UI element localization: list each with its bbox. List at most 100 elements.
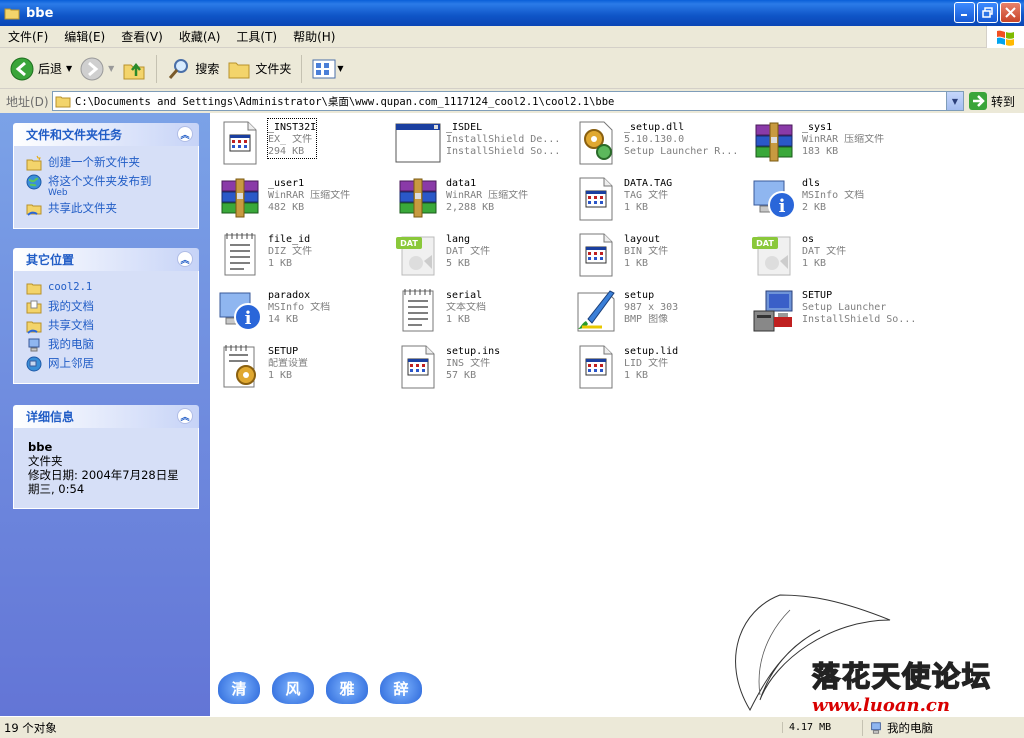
- file-type: LID 文件: [624, 358, 669, 369]
- search-button[interactable]: 搜索: [163, 52, 223, 86]
- other-places-header[interactable]: 其它位置 ︽: [13, 248, 199, 271]
- file-name: _user1: [268, 178, 305, 189]
- file-name: setup.ins: [446, 346, 501, 357]
- file-size: 1 KB: [446, 314, 471, 325]
- file-list-view[interactable]: _INST32I EX_ 文件 294 KB _ISDEL InstallShield …: [210, 113, 1024, 716]
- bmp-paint-icon: [572, 287, 620, 335]
- file-name: lang: [446, 234, 471, 245]
- file-item[interactable]: DATA.TAG TAG 文件 1 KB: [572, 175, 750, 229]
- address-path: C:\Documents and Settings\Administrator\…: [75, 95, 615, 108]
- file-name: paradox: [268, 290, 311, 301]
- file-item[interactable]: DAT lang DAT 文件 5 KB: [394, 231, 572, 285]
- file-item[interactable]: SETUP 配置设置 1 KB: [216, 343, 394, 397]
- menu-view[interactable]: 查看(V): [113, 28, 171, 45]
- collapse-chevron-icon[interactable]: ︽: [177, 126, 193, 142]
- place-network[interactable]: 网上邻居: [26, 356, 188, 372]
- network-places-icon: [26, 356, 42, 372]
- file-item[interactable]: serial 文本文档 1 KB: [394, 287, 572, 341]
- file-item[interactable]: SETUP Setup Launcher InstallShield So...: [750, 287, 928, 341]
- collapse-chevron-icon[interactable]: ︽: [177, 408, 193, 424]
- task-new-folder[interactable]: 创建一个新文件夹: [26, 155, 188, 171]
- menu-file[interactable]: 文件(F): [0, 28, 56, 45]
- file-name: dls: [802, 178, 821, 189]
- forward-button[interactable]: ▼: [76, 52, 118, 86]
- address-dropdown-icon[interactable]: ▼: [946, 92, 963, 110]
- place-my-computer[interactable]: 我的电脑: [26, 337, 188, 353]
- file-type: 文本文档: [446, 302, 486, 313]
- file-size: 2 KB: [802, 202, 827, 213]
- file-type: 配置设置: [268, 358, 308, 369]
- file-size: 1 KB: [624, 258, 649, 269]
- file-item[interactable]: layout BIN 文件 1 KB: [572, 231, 750, 285]
- msinfo-icon: i: [750, 175, 798, 223]
- title-bar[interactable]: bbe: [0, 0, 1024, 26]
- file-name: data1: [446, 178, 477, 189]
- file-item[interactable]: setup 987 x 303 BMP 图像: [572, 287, 750, 341]
- file-item[interactable]: _INST32I EX_ 文件 294 KB: [216, 118, 394, 173]
- views-icon: [312, 59, 336, 78]
- menu-tools[interactable]: 工具(T): [228, 28, 285, 45]
- minimize-button[interactable]: [954, 2, 975, 23]
- details-header[interactable]: 详细信息 ︽: [13, 405, 199, 428]
- dat-file-icon: DAT: [394, 231, 442, 279]
- other-places-panel: 其它位置 ︽ cool2.1 我的文档 共享文档 我的电脑 网上邻居: [13, 248, 199, 384]
- up-folder-button[interactable]: [118, 52, 150, 86]
- heart-badge: 风: [270, 670, 316, 706]
- file-size: 14 KB: [268, 314, 299, 325]
- file-item[interactable]: i paradox MSInfo 文档 14 KB: [216, 287, 394, 341]
- file-name: _setup.dll: [624, 122, 685, 133]
- forum-watermark: 落花天使论坛 www.luoan.cn: [811, 655, 1022, 716]
- views-button[interactable]: ▼: [308, 52, 347, 86]
- generic-file-icon: [572, 231, 620, 279]
- file-name: _ISDEL: [446, 122, 483, 133]
- task-share-folder[interactable]: 共享此文件夹: [26, 201, 188, 217]
- task-publish-web[interactable]: 将这个文件夹发布到 Web: [26, 174, 188, 198]
- file-item[interactable]: setup.ins INS 文件 57 KB: [394, 343, 572, 397]
- menu-bar: 文件(F) 编辑(E) 查看(V) 收藏(A) 工具(T) 帮助(H): [0, 26, 1024, 48]
- heart-badge: 清: [216, 670, 262, 706]
- place-my-documents[interactable]: 我的文档: [26, 299, 188, 315]
- restore-button[interactable]: [977, 2, 998, 23]
- file-tasks-header[interactable]: 文件和文件夹任务 ︽: [13, 123, 199, 146]
- address-input[interactable]: C:\Documents and Settings\Administrator\…: [52, 91, 964, 111]
- file-type: 987 x 303: [624, 302, 679, 313]
- details-modified: 修改日期: 2004年7月28日星期三, 0:54: [28, 468, 179, 496]
- file-item[interactable]: _user1 WinRAR 压缩文件 482 KB: [216, 175, 394, 229]
- file-size: 57 KB: [446, 370, 477, 381]
- application-window-icon: [394, 119, 442, 167]
- file-item[interactable]: setup.lid LID 文件 1 KB: [572, 343, 750, 397]
- back-button[interactable]: 后退 ▼: [6, 52, 76, 86]
- file-size: 1 KB: [624, 202, 649, 213]
- go-button[interactable]: 转到: [968, 91, 1015, 111]
- views-dropdown-icon[interactable]: ▼: [337, 64, 343, 73]
- forward-dropdown-icon[interactable]: ▼: [108, 64, 114, 73]
- restore-icon: [982, 7, 993, 18]
- heart-badge: 辞: [378, 670, 424, 706]
- file-size: 294 KB: [268, 146, 305, 157]
- file-item[interactable]: _sys1 WinRAR 压缩文件 183 KB: [750, 119, 928, 173]
- winrar-icon: [216, 175, 264, 223]
- file-size: 1 KB: [268, 370, 293, 381]
- collapse-chevron-icon[interactable]: ︽: [177, 251, 193, 267]
- file-item[interactable]: data1 WinRAR 压缩文件 2,288 KB: [394, 175, 572, 229]
- file-type: Setup Launcher: [802, 302, 887, 313]
- close-button[interactable]: [1000, 2, 1021, 23]
- file-size: 183 KB: [802, 146, 839, 157]
- file-name: serial: [446, 290, 483, 301]
- task-pane: 文件和文件夹任务 ︽ 创建一个新文件夹 将这个文件夹发布到 Web 共享此文件夹 …: [0, 113, 210, 716]
- file-item[interactable]: file_id DIZ 文件 1 KB: [216, 231, 394, 285]
- status-object-count: 19 个对象: [4, 720, 57, 735]
- back-dropdown-icon[interactable]: ▼: [66, 64, 72, 73]
- menu-help[interactable]: 帮助(H): [285, 28, 343, 45]
- place-cool21[interactable]: cool2.1: [26, 280, 188, 296]
- menu-favorites[interactable]: 收藏(A): [171, 28, 229, 45]
- file-name: os: [802, 234, 815, 245]
- file-item[interactable]: DAT os DAT 文件 1 KB: [750, 231, 928, 285]
- menu-edit[interactable]: 编辑(E): [56, 28, 113, 45]
- file-item[interactable]: i dls MSInfo 文档 2 KB: [750, 175, 928, 229]
- place-shared-documents[interactable]: 共享文档: [26, 318, 188, 334]
- file-item[interactable]: _ISDEL InstallShield De... InstallShield S…: [394, 119, 572, 173]
- folders-button[interactable]: 文件夹: [223, 52, 295, 86]
- file-size: 1 KB: [802, 258, 827, 269]
- file-item[interactable]: _setup.dll 5.10.130.0 Setup Launcher R...: [572, 119, 750, 173]
